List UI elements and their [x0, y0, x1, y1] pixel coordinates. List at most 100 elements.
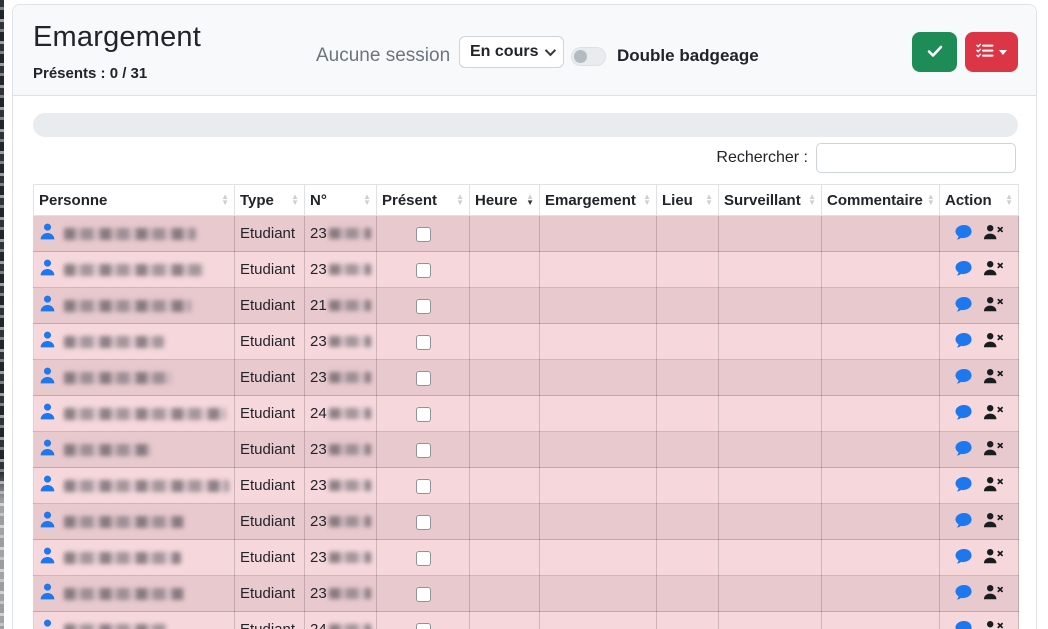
presents-count: Présents : 0 / 31 [33, 65, 147, 82]
present-checkbox[interactable] [416, 371, 431, 386]
lieu-cell [657, 324, 719, 360]
present-checkbox[interactable] [416, 623, 431, 629]
person-x-icon [983, 296, 1004, 315]
present-checkbox[interactable] [416, 515, 431, 530]
column-header[interactable]: Action ▲▼ [940, 185, 1019, 216]
heure-cell [470, 396, 540, 432]
validate-button[interactable] [912, 32, 957, 72]
table-row: Etudiant 24 [34, 612, 1019, 629]
row-type: Etudiant [240, 261, 295, 278]
page-title: Emargement [33, 21, 201, 54]
row-type: Etudiant [240, 549, 295, 566]
comment-button[interactable] [954, 512, 974, 532]
redacted-name [64, 480, 229, 492]
surveillant-cell [719, 288, 822, 324]
remove-person-button[interactable] [983, 476, 1004, 495]
session-select[interactable]: En cours [459, 36, 564, 68]
sort-icon: ▲▼ [808, 194, 816, 206]
comment-button[interactable] [954, 224, 974, 244]
column-header[interactable]: Lieu ▲▼ [657, 185, 719, 216]
chat-bubble-icon [954, 476, 974, 496]
table-row: Etudiant 23 [34, 324, 1019, 360]
sort-icon: ▲▼ [526, 194, 534, 206]
comment-button[interactable] [954, 296, 974, 316]
remove-person-button[interactable] [983, 548, 1004, 567]
heure-cell [470, 540, 540, 576]
row-number-prefix: 24 [310, 405, 327, 422]
comment-button[interactable] [954, 332, 974, 352]
remove-person-button[interactable] [983, 224, 1004, 243]
redacted-number [329, 588, 371, 599]
present-checkbox[interactable] [416, 407, 431, 422]
remove-person-button[interactable] [983, 332, 1004, 351]
list-menu-button[interactable] [965, 32, 1018, 72]
remove-person-button[interactable] [983, 260, 1004, 279]
column-header-label: Personne [39, 192, 107, 209]
present-checkbox[interactable] [416, 335, 431, 350]
remove-person-button[interactable] [983, 440, 1004, 459]
present-checkbox[interactable] [416, 299, 431, 314]
comment-button[interactable] [954, 548, 974, 568]
commentaire-cell [822, 324, 940, 360]
heure-cell [470, 504, 540, 540]
row-type: Etudiant [240, 441, 295, 458]
chat-bubble-icon [954, 584, 974, 604]
chat-bubble-icon [954, 332, 974, 352]
row-number-prefix: 23 [310, 333, 327, 350]
column-header[interactable]: Surveillant ▲▼ [719, 185, 822, 216]
remove-person-button[interactable] [983, 620, 1004, 629]
left-edge-blur [0, 0, 4, 629]
heure-cell [470, 576, 540, 612]
chat-bubble-icon [954, 548, 974, 568]
table-row: Etudiant 23 [34, 252, 1019, 288]
table-row: Etudiant 23 [34, 504, 1019, 540]
row-number-prefix: 24 [310, 621, 327, 629]
redacted-number [329, 516, 371, 527]
emargement-cell [540, 576, 657, 612]
present-checkbox[interactable] [416, 227, 431, 242]
row-type: Etudiant [240, 333, 295, 350]
lieu-cell [657, 576, 719, 612]
comment-button[interactable] [954, 440, 974, 460]
present-checkbox[interactable] [416, 587, 431, 602]
comment-button[interactable] [954, 476, 974, 496]
row-number-prefix: 23 [310, 477, 327, 494]
remove-person-button[interactable] [983, 512, 1004, 531]
column-header[interactable]: Emargement ▲▼ [540, 185, 657, 216]
emargement-cell [540, 540, 657, 576]
surveillant-cell [719, 540, 822, 576]
column-header[interactable]: N° ▲▼ [305, 185, 377, 216]
redacted-name [64, 336, 164, 348]
commentaire-cell [822, 288, 940, 324]
column-header[interactable]: Présent ▲▼ [377, 185, 470, 216]
session-status-text: Aucune session [316, 45, 450, 67]
present-checkbox[interactable] [416, 263, 431, 278]
present-checkbox[interactable] [416, 479, 431, 494]
remove-person-button[interactable] [983, 296, 1004, 315]
person-x-icon [983, 440, 1004, 459]
double-badge-toggle[interactable] [571, 47, 606, 66]
column-header-label: Heure [475, 192, 518, 209]
comment-button[interactable] [954, 260, 974, 280]
comment-button[interactable] [954, 620, 974, 629]
column-header[interactable]: Personne ▲▼ [34, 185, 235, 216]
column-header[interactable]: Commentaire ▲▼ [822, 185, 940, 216]
remove-person-button[interactable] [983, 404, 1004, 423]
emargement-cell [540, 252, 657, 288]
commentaire-cell [822, 396, 940, 432]
table-row: Etudiant 23 [34, 360, 1019, 396]
column-header-label: Type [240, 192, 274, 209]
present-checkbox[interactable] [416, 551, 431, 566]
remove-person-button[interactable] [983, 368, 1004, 387]
comment-button[interactable] [954, 404, 974, 424]
comment-button[interactable] [954, 584, 974, 604]
column-header[interactable]: Type ▲▼ [235, 185, 305, 216]
comment-button[interactable] [954, 368, 974, 388]
present-checkbox[interactable] [416, 443, 431, 458]
search-input[interactable] [816, 143, 1016, 173]
redacted-number [329, 444, 371, 455]
column-header[interactable]: Heure ▲▼ [470, 185, 540, 216]
table-row: Etudiant 21 [34, 288, 1019, 324]
person-icon [39, 331, 56, 352]
remove-person-button[interactable] [983, 584, 1004, 603]
